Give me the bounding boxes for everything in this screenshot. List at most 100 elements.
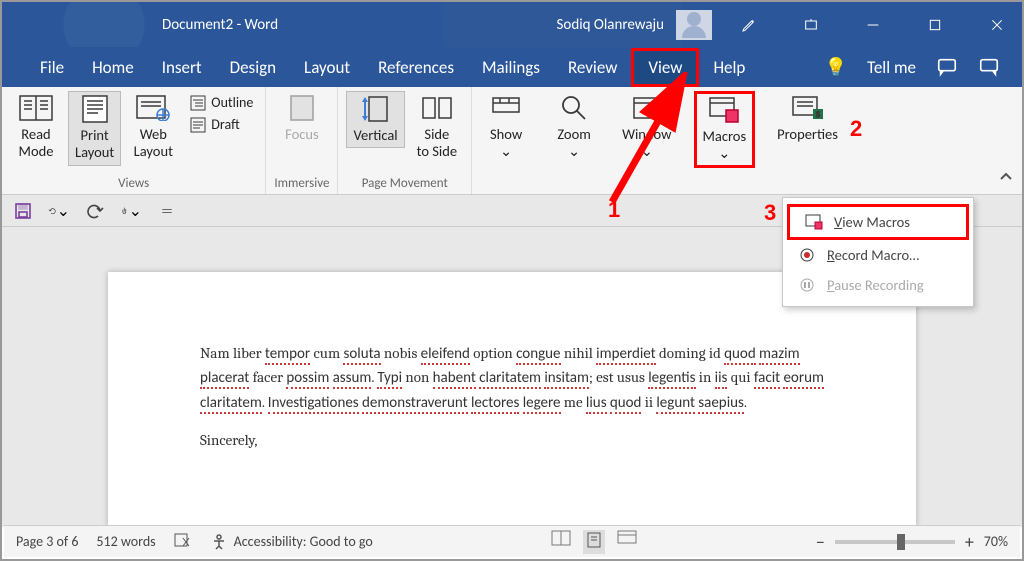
user-avatar-icon[interactable]: [676, 10, 712, 40]
vertical-icon: [358, 95, 394, 123]
ribbon-group-window: Window⌄: [608, 87, 685, 194]
ribbon-group-show: Show⌄: [472, 87, 540, 194]
signoff: Sincerely,: [200, 429, 824, 452]
page-movement-group-label: Page Movement: [362, 175, 448, 192]
print-layout-view-icon[interactable]: [583, 530, 605, 554]
menu-references[interactable]: References: [364, 51, 468, 84]
ribbon: Read Mode Print Layout Web Layout Outlin…: [2, 87, 1022, 195]
show-icon: [488, 94, 524, 122]
web-layout-button[interactable]: Web Layout: [127, 91, 179, 164]
macros-button[interactable]: Macros⌄: [694, 91, 756, 168]
pen-icon[interactable]: [724, 2, 774, 47]
read-mode-button[interactable]: Read Mode: [10, 91, 62, 164]
web-layout-view-icon[interactable]: [617, 530, 637, 554]
print-layout-icon: [77, 95, 113, 123]
close-button[interactable]: [972, 2, 1022, 47]
menu-mailings[interactable]: Mailings: [468, 51, 554, 84]
maximize-button[interactable]: [910, 2, 960, 47]
view-macros-item[interactable]: View Macros: [787, 204, 969, 240]
web-layout-label: Web Layout: [134, 126, 173, 161]
record-macro-icon: [797, 247, 817, 263]
collapse-ribbon-icon[interactable]: [998, 169, 1014, 188]
zoom-icon: [556, 94, 592, 122]
word-count[interactable]: 512 words: [96, 533, 155, 550]
qat-customize-button[interactable]: ＝: [156, 200, 178, 222]
comments-icon-2[interactable]: [978, 56, 1000, 78]
window-icon: [629, 94, 665, 122]
side-to-side-label: Side to Side: [417, 126, 457, 161]
menu-home[interactable]: Home: [78, 51, 148, 84]
ribbon-group-views: Read Mode Print Layout Web Layout Outlin…: [2, 87, 266, 194]
draft-label: Draft: [211, 117, 239, 134]
view-macros-icon: [804, 214, 824, 230]
view-macros-label: View Macros: [834, 213, 910, 231]
print-layout-button[interactable]: Print Layout: [68, 91, 121, 166]
pause-recording-label: Pause Recording: [827, 276, 924, 294]
focus-button[interactable]: Focus: [276, 91, 328, 146]
outline-button[interactable]: Outline: [185, 93, 257, 113]
side-to-side-button[interactable]: Side to Side: [411, 91, 463, 164]
ribbon-display-icon[interactable]: [786, 2, 836, 47]
macros-icon: [706, 96, 742, 124]
read-mode-icon: [18, 94, 54, 122]
status-bar: Page 3 of 6 512 words Accessibility: Goo…: [4, 525, 1020, 557]
zoom-out-button[interactable]: −: [816, 531, 825, 553]
outline-icon: [189, 94, 207, 112]
save-button[interactable]: [12, 200, 34, 222]
minimize-button[interactable]: [848, 2, 898, 47]
vertical-button[interactable]: Vertical: [346, 91, 404, 148]
menu-layout[interactable]: Layout: [290, 51, 364, 84]
document-title: Document2 - Word: [162, 16, 278, 34]
draft-icon: [189, 116, 207, 134]
zoom-in-button[interactable]: +: [965, 531, 974, 553]
views-group-label: Views: [118, 175, 149, 192]
menu-insert[interactable]: Insert: [148, 51, 216, 84]
page-indicator[interactable]: Page 3 of 6: [16, 533, 78, 550]
window-label: Window⌄: [622, 126, 671, 161]
focus-label: Focus: [285, 126, 319, 143]
properties-label: Properties: [777, 126, 838, 143]
show-label: Show⌄: [490, 126, 522, 161]
user-name: Sodiq Olanrewaju: [557, 16, 664, 34]
macros-label: Macros⌄: [703, 128, 747, 163]
body-paragraph: Nam liber tempor cum soluta nobis eleife…: [200, 342, 824, 415]
web-layout-icon: [135, 94, 171, 122]
document-page: Nam liber tempor cum soluta nobis eleife…: [108, 272, 916, 527]
tell-me[interactable]: Tell me: [867, 57, 916, 78]
immersive-group-label: Immersive: [274, 175, 329, 192]
undo-button[interactable]: ⌄: [48, 200, 70, 222]
zoom-button[interactable]: Zoom⌄: [548, 91, 600, 164]
record-macro-item[interactable]: Record Macro…: [783, 240, 973, 270]
ribbon-group-immersive: Focus Immersive: [266, 87, 338, 194]
properties-icon: S: [790, 94, 826, 122]
menu-help[interactable]: Help: [699, 51, 759, 84]
svg-text:S: S: [816, 110, 820, 120]
accessibility-status[interactable]: Accessibility: Good to go: [210, 533, 373, 551]
pause-recording-icon: [797, 277, 817, 293]
menu-review[interactable]: Review: [554, 51, 631, 84]
ribbon-group-page-movement: Vertical Side to Side Page Movement: [338, 87, 472, 194]
record-macro-label: Record Macro…: [827, 246, 919, 264]
ribbon-group-zoom: Zoom⌄: [540, 87, 608, 194]
language-icon[interactable]: [174, 532, 192, 552]
read-mode-view-icon[interactable]: [551, 530, 571, 554]
draft-button[interactable]: Draft: [185, 115, 257, 135]
zoom-level[interactable]: 70%: [984, 533, 1008, 550]
menu-view[interactable]: View: [631, 48, 699, 87]
zoom-slider[interactable]: [835, 540, 955, 544]
side-to-side-icon: [419, 94, 455, 122]
zoom-label: Zoom⌄: [557, 126, 590, 161]
title-bar: Document2 - Word Sodiq Olanrewaju: [2, 2, 1022, 47]
lightbulb-icon[interactable]: 💡: [825, 56, 847, 78]
properties-button[interactable]: S Properties: [771, 91, 844, 146]
show-button[interactable]: Show⌄: [480, 91, 532, 164]
redo-button[interactable]: [84, 200, 106, 222]
window-button[interactable]: Window⌄: [616, 91, 677, 164]
outline-label: Outline: [211, 95, 253, 112]
menu-file[interactable]: File: [26, 51, 78, 84]
menu-design[interactable]: Design: [216, 51, 290, 84]
print-layout-label: Print Layout: [75, 127, 114, 162]
comments-icon[interactable]: [936, 56, 958, 78]
touch-mode-button[interactable]: ⌄: [120, 200, 142, 222]
ribbon-group-macros: Macros⌄: [686, 87, 764, 194]
